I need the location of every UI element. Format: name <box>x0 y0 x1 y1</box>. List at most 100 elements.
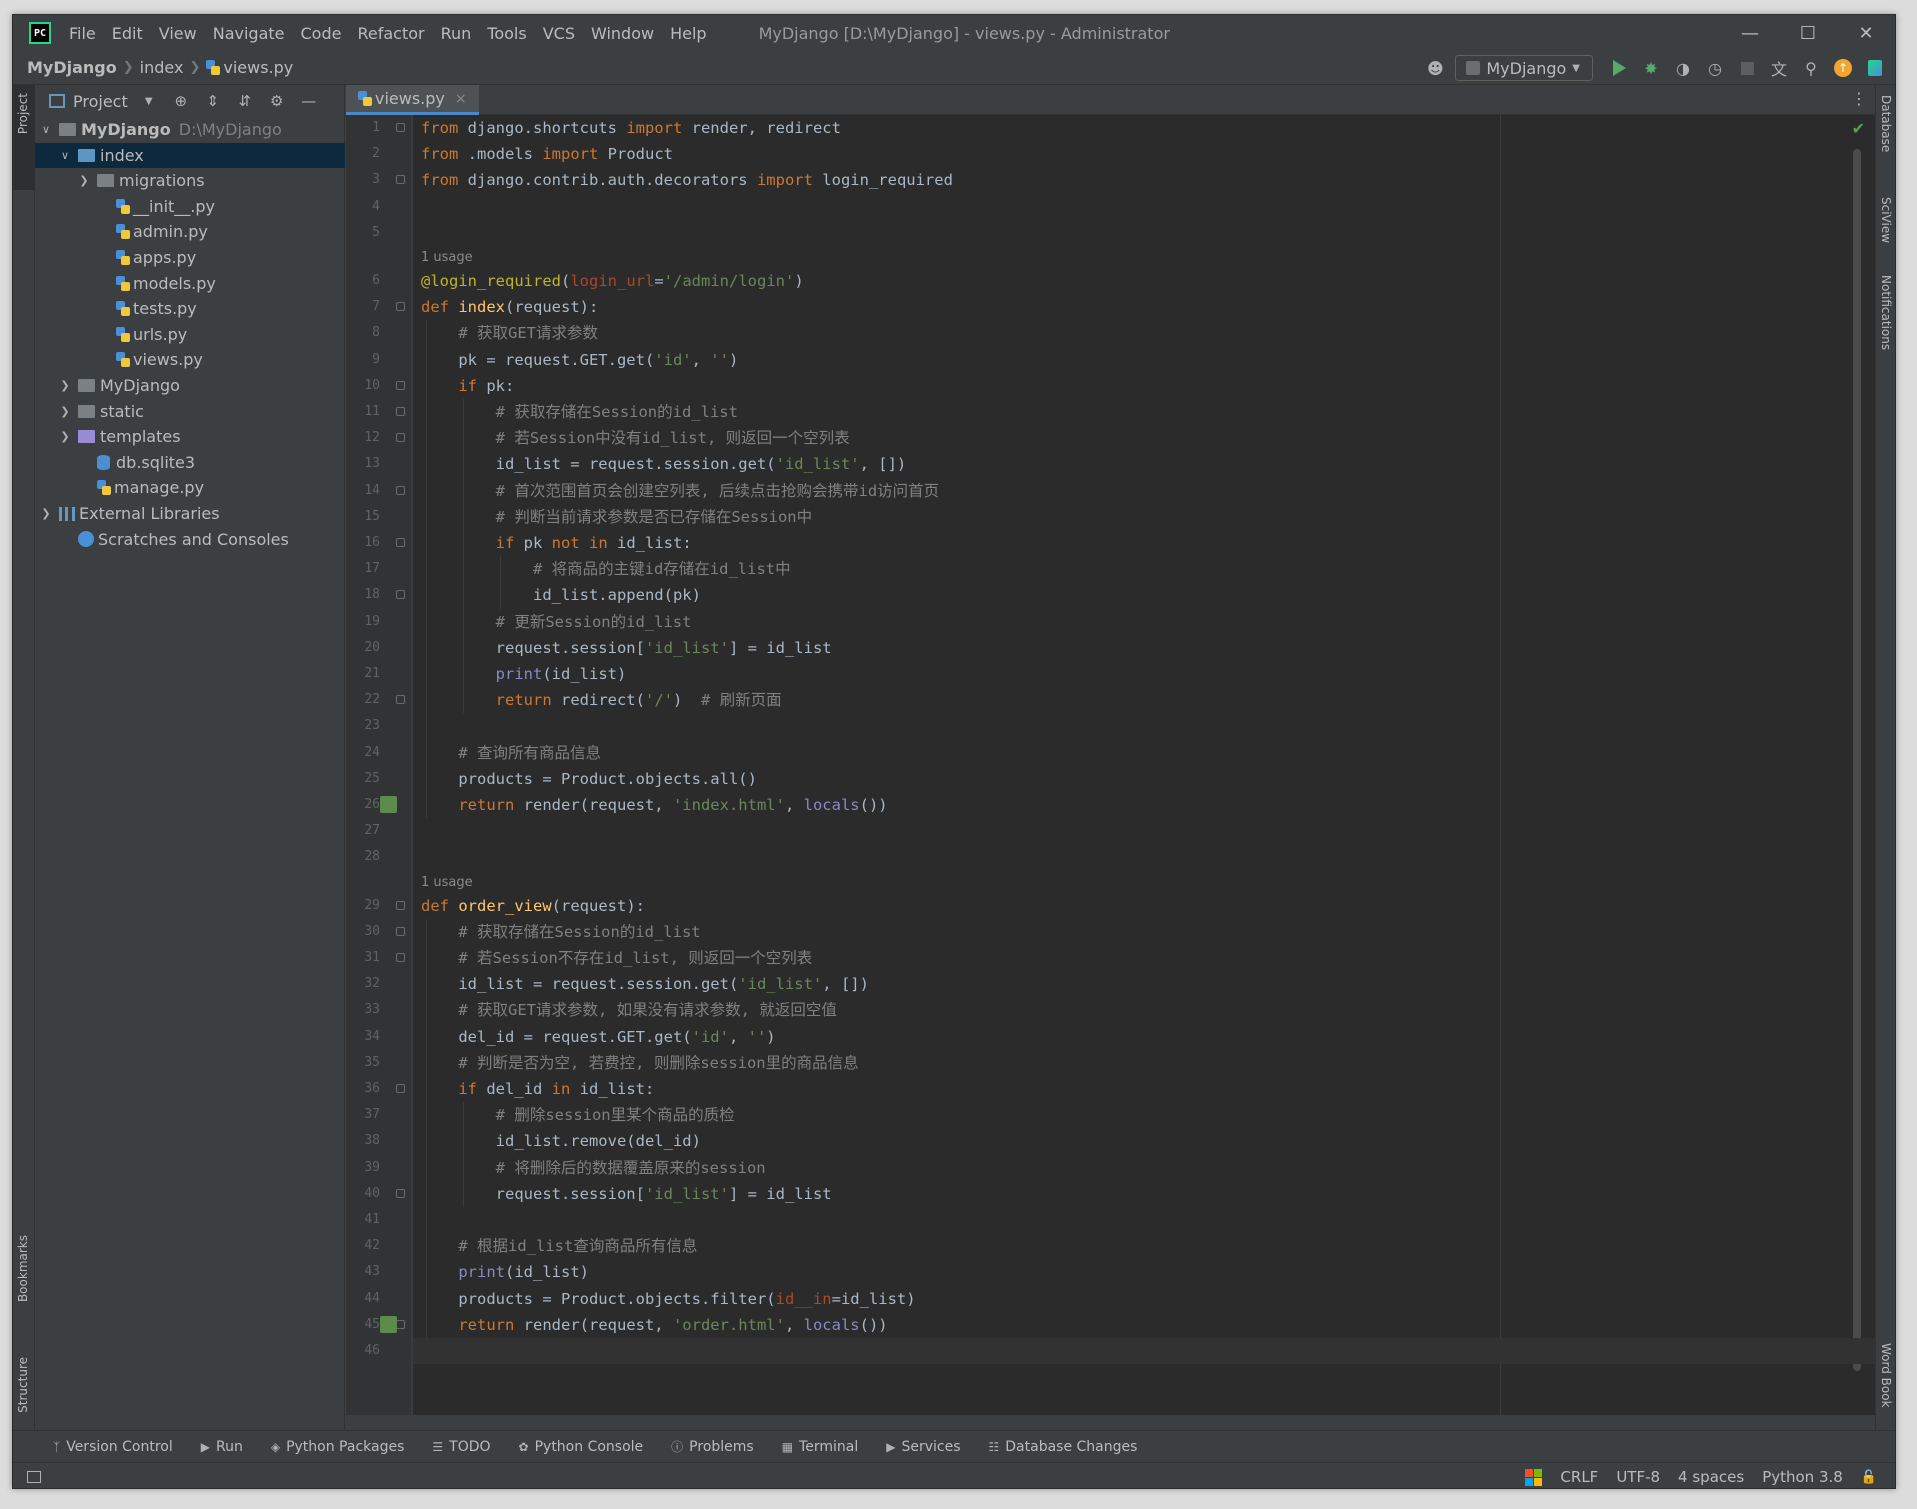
line-number[interactable]: 9 <box>346 347 380 373</box>
line-number[interactable]: 42 <box>346 1233 380 1259</box>
tree-item[interactable]: ❯ External Libraries <box>35 501 345 526</box>
python-console-tool[interactable]: ✿ Python Console <box>519 1439 644 1455</box>
code-line[interactable]: pk = request.GET.get('id', '') <box>421 347 738 373</box>
code-line[interactable]: # 判断是否为空, 若费控, 则删除session里的商品信息 <box>421 1050 858 1076</box>
line-number[interactable]: 26 <box>346 792 380 818</box>
fold-marker-icon[interactable] <box>396 695 405 705</box>
tree-item[interactable]: views.py <box>35 347 345 372</box>
line-number[interactable]: 12 <box>346 425 380 451</box>
plugin-icon[interactable] <box>1863 56 1887 80</box>
line-number[interactable]: 15 <box>346 504 380 530</box>
line-number[interactable]: 27 <box>346 818 380 844</box>
tree-item[interactable]: ❯ MyDjango <box>35 373 345 398</box>
notifications-tool-label[interactable]: Notifications <box>1879 275 1893 350</box>
code-line[interactable]: from django.contrib.auth.decorators impo… <box>421 167 953 193</box>
menu-navigate[interactable]: Navigate <box>213 24 285 43</box>
menu-edit[interactable]: Edit <box>112 24 143 43</box>
line-number[interactable]: 30 <box>346 919 380 945</box>
fold-marker-icon[interactable] <box>396 302 405 312</box>
code-line[interactable]: if del_id in id_list: <box>421 1076 654 1102</box>
line-number[interactable]: 2 <box>346 141 380 167</box>
line-number[interactable]: 18 <box>346 582 380 608</box>
code-line[interactable]: print(id_list) <box>421 1259 589 1285</box>
line-number[interactable]: 21 <box>346 661 380 687</box>
line-number[interactable]: 38 <box>346 1128 380 1154</box>
fold-marker-icon[interactable] <box>396 1084 405 1093</box>
code-line[interactable]: # 根据id_list查询商品所有信息 <box>421 1233 697 1259</box>
maximize-icon[interactable]: ☐ <box>1779 15 1837 51</box>
expand-all-icon[interactable]: ⇕ <box>202 92 224 110</box>
user-icon[interactable]: ☻ <box>1423 56 1447 80</box>
code-line[interactable]: id_list.append(pk) <box>421 582 701 608</box>
tree-item[interactable]: db.sqlite3 <box>35 450 345 475</box>
run-configuration-select[interactable]: MyDjango ▼ <box>1455 55 1593 81</box>
tree-item[interactable]: urls.py <box>35 322 345 347</box>
code-line[interactable]: # 获取存储在Session的id_list <box>421 919 700 945</box>
line-number[interactable]: 6 <box>346 268 380 294</box>
line-number[interactable]: 22 <box>346 687 380 713</box>
layout-toggle-icon[interactable] <box>27 1470 41 1483</box>
run-tool[interactable]: ▶ Run <box>201 1439 243 1455</box>
structure-tool-label[interactable]: Structure <box>16 1357 30 1413</box>
line-number[interactable]: 39 <box>346 1155 380 1181</box>
word-book-tool-label[interactable]: Word Book <box>1879 1343 1893 1408</box>
code-editor[interactable]: ✔ 1 usage 1 usage from django.shortcuts im… <box>413 115 1877 1415</box>
line-number[interactable]: 28 <box>346 844 380 870</box>
menu-view[interactable]: View <box>159 24 197 43</box>
code-line[interactable]: def order_view(request): <box>421 893 645 919</box>
usage-hint[interactable]: 1 usage <box>421 248 473 268</box>
fold-marker-icon[interactable] <box>396 953 405 962</box>
line-number[interactable]: 24 <box>346 740 380 766</box>
line-number[interactable]: 11 <box>346 399 380 425</box>
chevron-down-icon[interactable]: ∨ <box>58 149 72 162</box>
code-line[interactable]: id_list = request.session.get('id_list',… <box>421 451 907 477</box>
breadcrumb-project[interactable]: MyDjango <box>27 58 117 77</box>
line-number[interactable]: 14 <box>346 478 380 504</box>
lock-icon[interactable]: 🔓 <box>1861 1470 1877 1485</box>
tree-item[interactable]: tests.py <box>35 296 345 321</box>
line-number[interactable]: 10 <box>346 373 380 399</box>
interpreter-widget[interactable]: Python 3.8 <box>1762 1468 1843 1486</box>
line-number[interactable]: 35 <box>346 1050 380 1076</box>
line-number[interactable]: 45 <box>346 1312 380 1338</box>
fold-marker-icon[interactable] <box>396 1188 405 1198</box>
line-number[interactable]: 20 <box>346 635 380 661</box>
breadcrumb-folder[interactable]: index <box>140 58 184 77</box>
line-number[interactable]: 44 <box>346 1286 380 1312</box>
code-line[interactable]: products = Product.objects.all() <box>421 766 757 792</box>
tree-item[interactable]: ❯ static <box>35 399 345 424</box>
profile-icon[interactable]: ◷ <box>1703 56 1727 80</box>
close-icon[interactable]: ✕ <box>1837 15 1895 51</box>
line-number[interactable]: 16 <box>346 530 380 556</box>
code-line[interactable]: # 若Session中没有id_list, 则返回一个空列表 <box>421 425 850 451</box>
line-number[interactable]: 34 <box>346 1024 380 1050</box>
tree-item[interactable]: admin.py <box>35 219 345 244</box>
code-line[interactable]: # 将删除后的数据覆盖原来的session <box>421 1155 766 1181</box>
tree-item[interactable]: ❯ migrations <box>35 168 345 193</box>
usage-hint[interactable]: 1 usage <box>421 873 473 893</box>
code-line[interactable]: def index(request): <box>421 294 598 320</box>
code-line[interactable]: # 删除session里某个商品的质检 <box>421 1102 735 1128</box>
database-tool-label[interactable]: Database <box>1879 95 1893 152</box>
menu-vcs[interactable]: VCS <box>543 24 575 43</box>
sciview-tool-label[interactable]: SciView <box>1879 197 1893 243</box>
code-line[interactable]: id_list.remove(del_id) <box>421 1128 701 1154</box>
code-line[interactable]: from .models import Product <box>421 141 673 167</box>
more-vertical-icon[interactable]: ⋮ <box>1851 89 1867 108</box>
project-tool-button[interactable]: Project <box>13 85 35 190</box>
locate-icon[interactable]: ⊕ <box>170 92 192 110</box>
code-line[interactable]: products = Product.objects.filter(id__in… <box>421 1286 915 1312</box>
menu-refactor[interactable]: Refactor <box>357 24 424 43</box>
code-line[interactable]: # 若Session不存在id_list, 则返回一个空列表 <box>421 945 812 971</box>
line-number[interactable]: 7 <box>346 294 380 320</box>
database-changes-tool[interactable]: ☷ Database Changes <box>989 1439 1138 1455</box>
code-line[interactable]: # 判断当前请求参数是否已存储在Session中 <box>421 504 813 530</box>
code-line[interactable]: return render(request, 'index.html', loc… <box>421 792 887 818</box>
line-number[interactable]: 32 <box>346 971 380 997</box>
tree-item[interactable]: manage.py <box>35 475 345 500</box>
chevron-right-icon[interactable]: ❯ <box>58 379 72 392</box>
line-number[interactable]: 46 <box>346 1338 380 1364</box>
fold-marker-icon[interactable] <box>396 538 405 547</box>
code-line[interactable]: from django.shortcuts import render, red… <box>421 115 841 141</box>
fold-marker-icon[interactable] <box>396 926 405 936</box>
